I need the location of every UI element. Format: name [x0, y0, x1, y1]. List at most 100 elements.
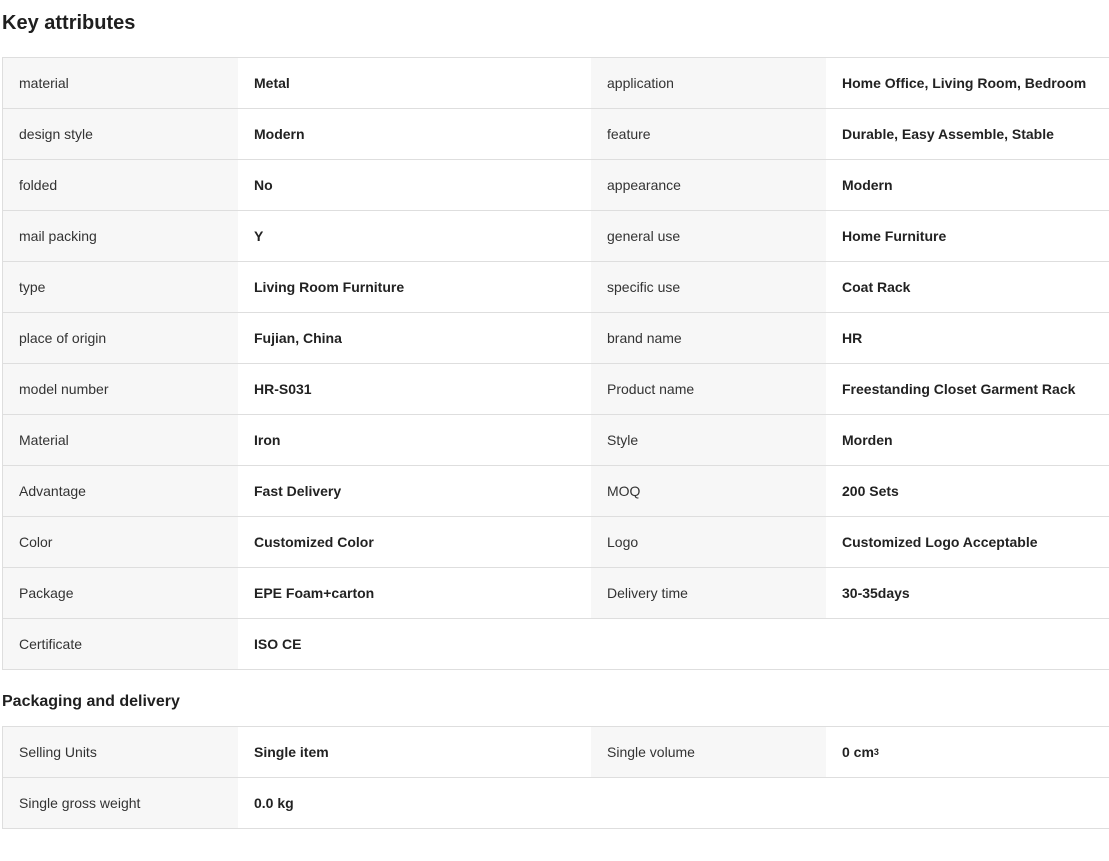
attribute-row: material Metal application Home Office, Liv…	[3, 58, 1109, 109]
attribute-value: Y	[238, 211, 591, 261]
attribute-label: Advantage	[3, 466, 238, 516]
attribute-value-text: Customized Color	[254, 534, 374, 550]
attribute-label: place of origin	[3, 313, 238, 363]
attribute-value: Home Furniture	[826, 211, 1109, 261]
attribute-value-text: Morden	[842, 432, 893, 448]
attribute-label-text: material	[19, 75, 69, 91]
attribute-row: Package EPE Foam+carton Delivery time 30-35…	[3, 568, 1109, 619]
attribute-value-text: Fujian, China	[254, 330, 342, 346]
attribute-value-text: EPE Foam+carton	[254, 585, 375, 601]
empty-cell	[826, 778, 1109, 828]
attribute-label: Product name	[591, 364, 826, 414]
attribute-label: design style	[3, 109, 238, 159]
packaging-delivery-heading: Packaging and delivery	[2, 693, 180, 710]
packaging-delivery-table: Selling Units Single item Single volume 0 c…	[2, 726, 1109, 829]
attribute-row: Material Iron Style Morden	[3, 415, 1109, 466]
attribute-value: 0 cm 3	[826, 727, 1109, 777]
attribute-value-text: Coat Rack	[842, 279, 911, 295]
attribute-row: Single gross weight 0.0 kg	[3, 778, 1109, 829]
attribute-label-text: design style	[19, 126, 93, 142]
attribute-value-text: Freestanding Closet Garment Rack	[842, 381, 1076, 397]
attribute-value: Morden	[826, 415, 1109, 465]
attribute-label-text: mail packing	[19, 228, 97, 244]
attribute-label: Logo	[591, 517, 826, 567]
attribute-label: Material	[3, 415, 238, 465]
attribute-label: appearance	[591, 160, 826, 210]
attribute-value: Coat Rack	[826, 262, 1109, 312]
attribute-value-text: Metal	[254, 75, 290, 91]
attribute-value-text: No	[254, 177, 273, 193]
attribute-label: material	[3, 58, 238, 108]
attribute-value: 200 Sets	[826, 466, 1109, 516]
attribute-value: Customized Color	[238, 517, 591, 567]
attribute-label: brand name	[591, 313, 826, 363]
empty-cell	[591, 778, 826, 828]
attribute-label-text: Single gross weight	[19, 795, 141, 811]
attribute-label: folded	[3, 160, 238, 210]
attribute-value-text: Home Office, Living Room, Bedroom	[842, 75, 1087, 91]
attribute-value: Home Office, Living Room, Bedroom	[826, 58, 1109, 108]
attribute-label: Certificate	[3, 619, 238, 669]
attribute-value: EPE Foam+carton	[238, 568, 591, 618]
attribute-label: model number	[3, 364, 238, 414]
attribute-value-text: Living Room Furniture	[254, 279, 405, 295]
attribute-label-text: application	[607, 75, 674, 91]
attribute-label-text: Color	[19, 534, 53, 550]
attribute-value-text: Customized Logo Acceptable	[842, 534, 1038, 550]
attribute-label-text: Material	[19, 432, 69, 448]
attribute-row: type Living Room Furniture specific use Coa…	[3, 262, 1109, 313]
attribute-value: 30-35days	[826, 568, 1109, 618]
attribute-label-text: Product name	[607, 381, 695, 397]
attribute-label: Package	[3, 568, 238, 618]
attribute-row: design style Modern feature Durable, Easy A…	[3, 109, 1109, 160]
attribute-label-text: general use	[607, 228, 681, 244]
attribute-label-text: Selling Units	[19, 744, 97, 760]
attribute-value: Modern	[238, 109, 591, 159]
attribute-value: Modern	[826, 160, 1109, 210]
attribute-value-text: Iron	[254, 432, 281, 448]
empty-cell	[826, 619, 1109, 669]
attribute-row: Color Customized Color Logo Customized Logo…	[3, 517, 1109, 568]
attribute-value: 0.0 kg	[238, 778, 591, 828]
attribute-label: MOQ	[591, 466, 826, 516]
attribute-label-text: Advantage	[19, 483, 86, 499]
attribute-label-text: place of origin	[19, 330, 107, 346]
attribute-value: Single item	[238, 727, 591, 777]
product-attributes-page: Key attributes material Metal application H…	[0, 0, 1109, 829]
attribute-label-text: Single volume	[607, 744, 695, 760]
attribute-label: Single gross weight	[3, 778, 238, 828]
attribute-value: Customized Logo Acceptable	[826, 517, 1109, 567]
attribute-label-text: Package	[19, 585, 74, 601]
attribute-label: general use	[591, 211, 826, 261]
attribute-label-text: Style	[607, 432, 639, 448]
attribute-label-text: feature	[607, 126, 651, 142]
attribute-label: specific use	[591, 262, 826, 312]
attribute-value: No	[238, 160, 591, 210]
attribute-label: Style	[591, 415, 826, 465]
attribute-value-text: ISO CE	[254, 636, 302, 652]
attribute-label-text: Certificate	[19, 636, 83, 652]
attribute-value-text: HR	[842, 330, 863, 346]
key-attributes-heading: Key attributes	[2, 12, 136, 34]
attribute-label-text: brand name	[607, 330, 682, 346]
attribute-value-text: Single item	[254, 744, 329, 760]
attribute-value-text: Modern	[254, 126, 305, 142]
attribute-label-text: MOQ	[607, 483, 641, 499]
attribute-value: HR-S031	[238, 364, 591, 414]
attribute-value-text: Home Furniture	[842, 228, 947, 244]
attribute-value-text: 0.0 kg	[254, 795, 294, 811]
attribute-row: mail packing Ygeneral use Home Furniture	[3, 211, 1109, 262]
attribute-row: Advantage Fast Delivery MOQ 200 Sets	[3, 466, 1109, 517]
attribute-value-text: Y	[254, 228, 264, 244]
attribute-label-text: specific use	[607, 279, 681, 295]
key-attributes-table: material Metal application Home Office, Liv…	[2, 57, 1109, 670]
attribute-value-text: 0 cm	[842, 744, 874, 760]
attribute-label: type	[3, 262, 238, 312]
attribute-label-text: folded	[19, 177, 58, 193]
attribute-value: Metal	[238, 58, 591, 108]
attribute-value-text: Modern	[842, 177, 893, 193]
attribute-label-text: appearance	[607, 177, 681, 193]
attribute-value-text: 200 Sets	[842, 483, 899, 499]
attribute-label: feature	[591, 109, 826, 159]
attribute-value: HR	[826, 313, 1109, 363]
